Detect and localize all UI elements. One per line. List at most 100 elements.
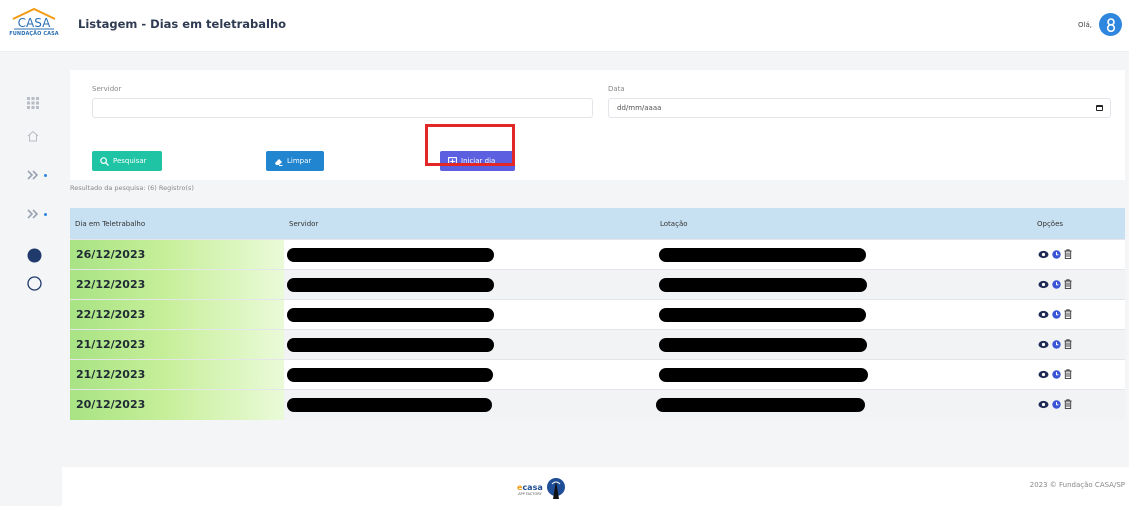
footer-brand-rest: casa — [522, 482, 543, 492]
redacted-lotacao — [659, 278, 867, 292]
data-label: Data — [608, 85, 625, 93]
clear-button-label: Limpar — [287, 157, 312, 165]
column-header-options: Opções — [1037, 220, 1064, 228]
date-placeholder: dd/mm/aaaa — [617, 104, 662, 112]
sidebar-item-circle-filled[interactable] — [0, 244, 62, 266]
search-icon — [100, 156, 109, 166]
fundacao-casa-logo[interactable]: CASA FUNDAÇÃO CASA — [4, 6, 64, 46]
user-avatar[interactable] — [1099, 13, 1122, 36]
date-cell: 22/12/2023 — [70, 300, 284, 330]
clock-icon[interactable] — [1052, 369, 1061, 379]
active-dot — [44, 173, 47, 177]
redacted-lotacao — [659, 248, 866, 262]
clock-icon[interactable] — [1052, 339, 1061, 349]
ecasa-logo: ecasa APP FACTORY — [517, 477, 566, 501]
eraser-icon — [275, 158, 283, 166]
table-row: 22/12/2023 — [70, 299, 1125, 330]
eye-icon[interactable] — [1038, 400, 1049, 409]
double-chevron-icon — [27, 209, 39, 219]
redacted-servidor — [287, 278, 494, 292]
redacted-lotacao — [656, 398, 865, 412]
copyright-text: 2023 © Fundação CASA/SP — [1029, 481, 1125, 489]
row-options — [1038, 369, 1072, 379]
table-row: 21/12/2023 — [70, 359, 1125, 390]
tower-icon — [546, 478, 565, 499]
row-options — [1038, 309, 1072, 319]
redacted-servidor — [287, 308, 494, 322]
home-icon — [27, 130, 39, 142]
trash-icon[interactable] — [1064, 399, 1072, 409]
filter-card: Servidor Data dd/mm/aaaa Pesquisar Limpa… — [70, 70, 1125, 180]
highlight-box — [425, 124, 515, 166]
row-options — [1038, 399, 1072, 409]
grid-icon — [27, 97, 39, 109]
clock-icon[interactable] — [1052, 279, 1061, 289]
sidebar-item-menu-1[interactable] — [0, 164, 62, 186]
table-row: 20/12/2023 — [70, 389, 1125, 420]
footer: ecasa APP FACTORY 2023 © Fundação CASA/S… — [62, 467, 1129, 506]
date-cell: 21/12/2023 — [70, 330, 284, 360]
svg-text:CASA: CASA — [18, 16, 51, 30]
row-options — [1038, 249, 1072, 259]
redacted-lotacao — [659, 368, 868, 382]
table-header: Dia em Teletrabalho Servidor Lotação Opç… — [70, 208, 1125, 239]
column-header-lotacao: Lotação — [660, 220, 688, 228]
date-input[interactable]: dd/mm/aaaa — [608, 98, 1111, 118]
eye-icon[interactable] — [1038, 370, 1049, 379]
row-options — [1038, 339, 1072, 349]
result-count: Resultado da pesquisa: (6) Registro(s) — [70, 184, 194, 192]
eye-icon[interactable] — [1038, 310, 1049, 319]
trash-icon[interactable] — [1064, 309, 1072, 319]
trash-icon[interactable] — [1064, 279, 1072, 289]
main-content: Servidor Data dd/mm/aaaa Pesquisar Limpa… — [62, 52, 1129, 467]
page-title: Listagem - Dias em teletrabalho — [78, 17, 287, 31]
clock-icon[interactable] — [1052, 399, 1061, 409]
sidebar-item-menu-2[interactable] — [0, 203, 62, 225]
servidor-label: Servidor — [92, 85, 122, 93]
filled-circle-icon — [27, 248, 42, 262]
footer-brand-sub: APP FACTORY — [518, 491, 542, 496]
column-header-servidor: Servidor — [289, 220, 319, 228]
trash-icon[interactable] — [1064, 249, 1072, 259]
sidebar-item-home[interactable] — [0, 125, 62, 147]
sidebar-item-apps[interactable] — [0, 92, 62, 114]
servidor-input[interactable] — [92, 98, 593, 118]
calendar-icon[interactable] — [1096, 105, 1103, 111]
double-chevron-icon — [27, 170, 39, 180]
sidebar-item-circle-outline[interactable] — [0, 272, 62, 294]
table-row: 21/12/2023 — [70, 329, 1125, 360]
redacted-lotacao — [659, 308, 866, 322]
row-options — [1038, 279, 1072, 289]
redacted-servidor — [287, 368, 493, 382]
clock-icon[interactable] — [1052, 309, 1061, 319]
results-table: Dia em Teletrabalho Servidor Lotação Opç… — [70, 208, 1125, 420]
redacted-servidor — [287, 338, 494, 352]
clear-button[interactable]: Limpar — [266, 151, 324, 171]
clock-icon[interactable] — [1052, 249, 1061, 259]
redacted-lotacao — [659, 338, 867, 352]
trash-icon[interactable] — [1064, 339, 1072, 349]
table-row: 22/12/2023 — [70, 269, 1125, 300]
outline-circle-icon — [27, 275, 42, 291]
trash-icon[interactable] — [1064, 369, 1072, 379]
eye-icon[interactable] — [1038, 280, 1049, 289]
sidebar — [0, 52, 62, 506]
redacted-servidor — [287, 398, 492, 412]
table-row: 26/12/2023 — [70, 239, 1125, 270]
user-icon — [1106, 17, 1115, 32]
footer-brand: ecasa — [517, 482, 543, 492]
logo-subtitle: FUNDAÇÃO CASA — [9, 31, 59, 37]
redacted-servidor — [287, 248, 494, 262]
search-button[interactable]: Pesquisar — [92, 151, 162, 171]
greeting-text: Olá, — [1078, 21, 1092, 29]
search-button-label: Pesquisar — [113, 157, 147, 165]
column-header-date: Dia em Teletrabalho — [75, 220, 146, 228]
date-cell: 26/12/2023 — [70, 240, 284, 270]
eye-icon[interactable] — [1038, 340, 1049, 349]
active-dot — [44, 212, 47, 216]
date-cell: 21/12/2023 — [70, 360, 284, 390]
eye-icon[interactable] — [1038, 250, 1049, 259]
top-header: CASA FUNDAÇÃO CASA Listagem - Dias em te… — [0, 0, 1129, 52]
date-cell: 22/12/2023 — [70, 270, 284, 300]
date-cell: 20/12/2023 — [70, 390, 284, 420]
